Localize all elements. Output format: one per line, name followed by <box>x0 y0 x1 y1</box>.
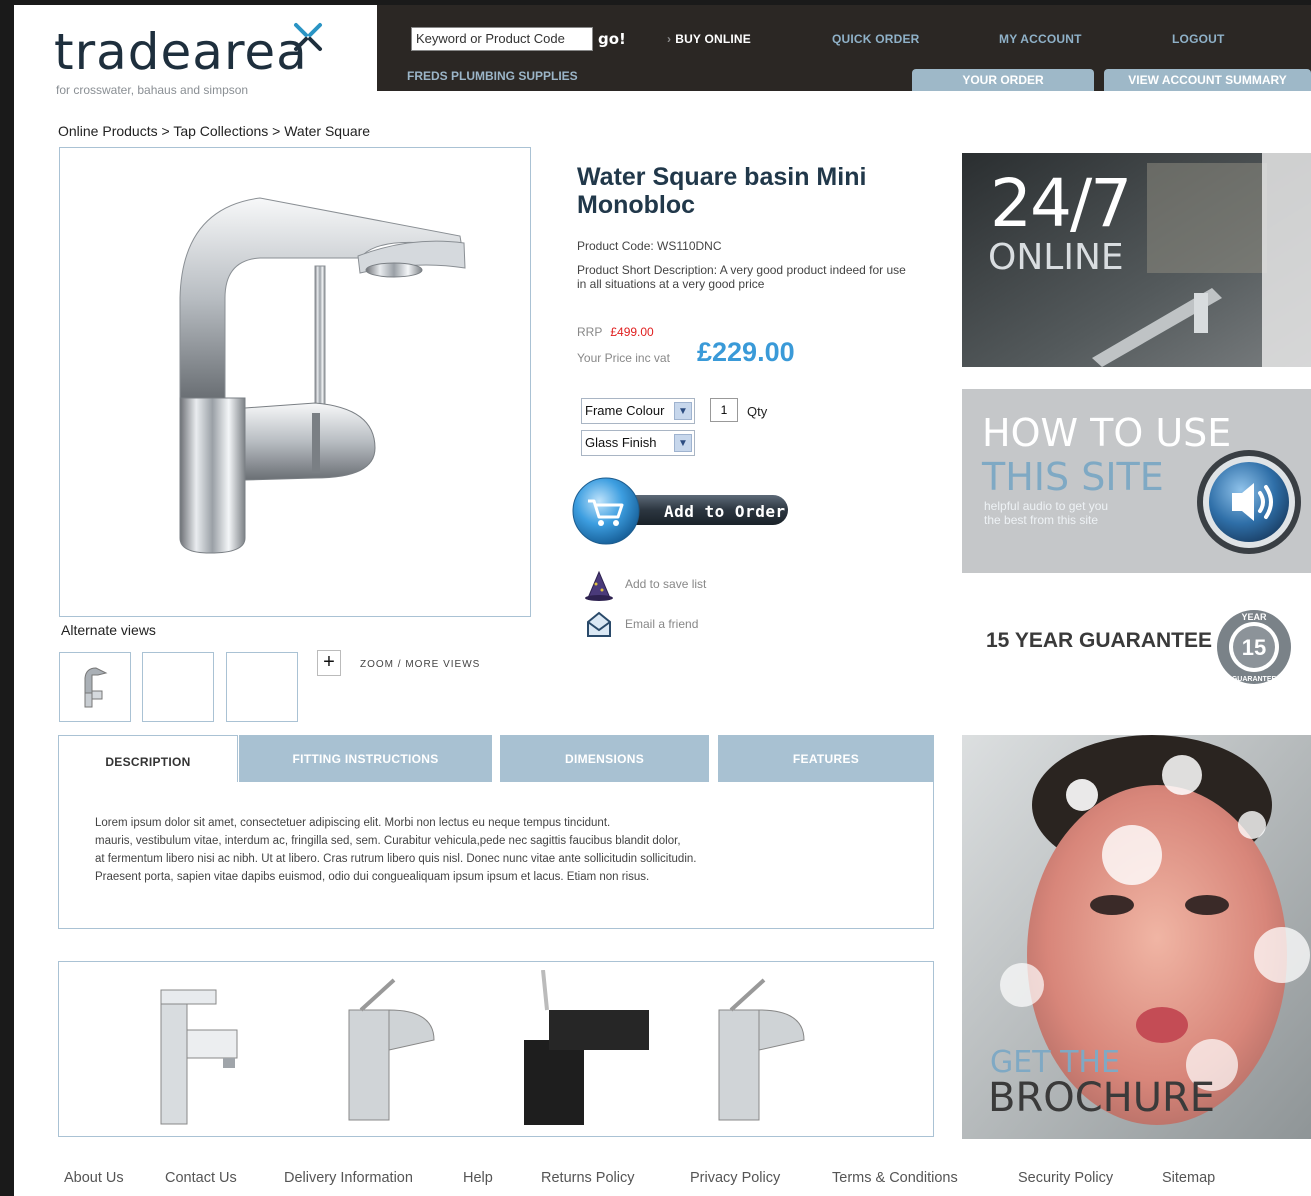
banner-24-7-online[interactable]: 24/7 ONLINE <box>962 153 1311 367</box>
banner-24-7-big: 24/7 <box>990 165 1132 242</box>
how-to-sub1: helpful audio to get you <box>984 499 1109 513</box>
footer-privacy-policy[interactable]: Privacy Policy <box>690 1170 780 1186</box>
breadcrumb-separator: > <box>161 123 170 139</box>
breadcrumb-tap-collections[interactable]: Tap Collections <box>173 123 268 139</box>
logo-cross-icon <box>294 23 322 51</box>
product-tabs: DESCRIPTION FITTING INSTRUCTIONS DIMENSI… <box>58 735 934 929</box>
tradearea-logo[interactable]: tradearea for crosswater, bahaus and sim… <box>54 17 354 97</box>
footer-contact-us[interactable]: Contact Us <box>165 1170 237 1186</box>
company-name: FREDS PLUMBING SUPPLIES <box>407 69 578 83</box>
footer-help[interactable]: Help <box>463 1170 493 1186</box>
guarantee-badge-icon: 15 YEAR GUARANTEE <box>1217 610 1291 684</box>
description-line: mauris, vestibulum vitae, interdum ac, f… <box>95 835 681 847</box>
alternate-view-thumb-2[interactable] <box>142 652 214 722</box>
tab-your-order[interactable]: YOUR ORDER <box>912 69 1094 91</box>
tab-content: Lorem ipsum dolor sit amet, consectetuer… <box>58 782 934 929</box>
alternate-view-thumb-3[interactable] <box>226 652 298 722</box>
nav-quick-order[interactable]: QUICK ORDER <box>832 32 920 46</box>
zoom-more-views-link[interactable]: ZOOM / MORE VIEWS <box>360 659 480 670</box>
footer-sitemap[interactable]: Sitemap <box>1162 1170 1215 1186</box>
badge-bottom: GUARANTEE <box>1232 676 1277 683</box>
speaker-icon <box>1197 450 1301 554</box>
wizard-hat-icon <box>585 570 613 601</box>
quantity-input[interactable]: 1 <box>710 398 738 422</box>
related-product-3[interactable] <box>509 970 659 1130</box>
breadcrumb-water-square: Water Square <box>284 123 371 139</box>
chevron-down-icon: ▼ <box>674 402 692 420</box>
add-to-save-list-label: Add to save list <box>625 577 707 591</box>
search-input[interactable]: Keyword or Product Code <box>411 27 593 51</box>
logo-wordmark: tradearea <box>54 23 308 81</box>
chevron-down-icon: ▼ <box>674 434 692 452</box>
footer-terms-conditions[interactable]: Terms & Conditions <box>832 1170 958 1186</box>
related-product-2[interactable] <box>339 970 449 1130</box>
nav-arrow-icon: › <box>667 32 672 46</box>
add-to-order-label: Add to Order <box>664 502 786 521</box>
tab-features[interactable]: FEATURES <box>718 735 934 783</box>
glass-finish-select[interactable]: Glass Finish ▼ <box>581 430 695 456</box>
search-go-button[interactable]: go! <box>598 30 626 48</box>
zoom-plus-button[interactable]: + <box>317 650 341 676</box>
product-price: £229.00 <box>697 337 795 367</box>
how-to-sub2: the best from this site <box>984 513 1099 527</box>
frame-colour-value: Frame Colour <box>585 403 665 418</box>
nav-buy-online-label: BUY ONLINE <box>675 32 751 46</box>
your-price-label: Your Price inc vat <box>577 351 670 365</box>
main-product-image[interactable] <box>59 147 531 617</box>
related-product-1[interactable] <box>149 970 259 1130</box>
nav-logout[interactable]: LOGOUT <box>1172 32 1225 46</box>
related-product-4[interactable] <box>709 970 819 1130</box>
banner-online-text: ONLINE <box>988 237 1124 278</box>
breadcrumb: Online Products > Tap Collections > Wate… <box>58 123 370 139</box>
top-bar: Keyword or Product Code go! › BUY ONLINE … <box>377 5 1311 91</box>
how-to-line2: THIS SITE <box>982 455 1164 499</box>
nav-my-account[interactable]: MY ACCOUNT <box>999 32 1082 46</box>
banner-how-to-use[interactable]: HOW TO USE THIS SITE helpful audio to ge… <box>962 389 1311 573</box>
banner-get-the-brochure[interactable]: GET THE BROCHURE <box>962 735 1311 1139</box>
tap-image <box>179 197 466 554</box>
brochure-line2: BROCHURE <box>988 1075 1216 1121</box>
footer-delivery-information[interactable]: Delivery Information <box>284 1170 413 1186</box>
rrp-value: £499.00 <box>610 325 654 339</box>
quantity-label: Qty <box>747 404 768 419</box>
description-line: Praesent porta, sapien vitae dapibs euis… <box>95 871 650 883</box>
page: tradearea for crosswater, bahaus and sim… <box>14 5 1311 1196</box>
glass-finish-value: Glass Finish <box>585 435 657 450</box>
tab-dimensions[interactable]: DIMENSIONS <box>500 735 709 783</box>
product-title: Water Square basin Mini Monobloc <box>577 163 867 219</box>
breadcrumb-separator: > <box>272 123 281 139</box>
tab-description[interactable]: DESCRIPTION <box>58 735 238 784</box>
footer-returns-policy[interactable]: Returns Policy <box>541 1170 634 1186</box>
description-line: Lorem ipsum dolor sit amet, consectetuer… <box>95 817 611 829</box>
tap-thumbnail <box>84 667 108 708</box>
email-a-friend-link[interactable]: Email a friend <box>582 608 698 638</box>
alternate-views-label: Alternate views <box>61 622 156 638</box>
guarantee-text: 15 YEAR GUARANTEE <box>986 629 1212 652</box>
email-icon <box>587 611 611 637</box>
frame-colour-select[interactable]: Frame Colour ▼ <box>581 398 695 424</box>
rrp-line: RRP £499.00 <box>577 325 654 339</box>
email-a-friend-label: Email a friend <box>625 617 699 631</box>
nav-buy-online[interactable]: › BUY ONLINE <box>667 32 751 46</box>
banner-15-year-guarantee[interactable]: 15 YEAR GUARANTEE 15 YEAR GUARANTEE <box>962 603 1311 693</box>
add-to-save-list-link[interactable]: Add to save list <box>582 568 706 601</box>
add-to-order-button[interactable]: Add to Order <box>572 475 792 547</box>
footer-about-us[interactable]: About Us <box>64 1170 124 1186</box>
badge-top: YEAR <box>1241 612 1267 622</box>
alternate-view-thumb-1[interactable] <box>59 652 131 722</box>
logo-tagline: for crosswater, bahaus and simpson <box>56 83 249 97</box>
description-line: at fermentum libero nisi ac nibh. Ut at … <box>95 853 697 865</box>
tab-fitting-instructions[interactable]: FITTING INSTRUCTIONS <box>239 735 492 783</box>
badge-number: 15 <box>1242 635 1266 660</box>
footer-security-policy[interactable]: Security Policy <box>1018 1170 1113 1186</box>
rrp-label: RRP <box>577 325 603 339</box>
related-products <box>58 961 934 1137</box>
breadcrumb-online-products[interactable]: Online Products <box>58 123 158 139</box>
tab-view-account-summary[interactable]: VIEW ACCOUNT SUMMARY <box>1104 69 1311 91</box>
product-short-description: Product Short Description: A very good p… <box>577 263 906 291</box>
product-code: Product Code: WS110DNC <box>577 239 722 253</box>
